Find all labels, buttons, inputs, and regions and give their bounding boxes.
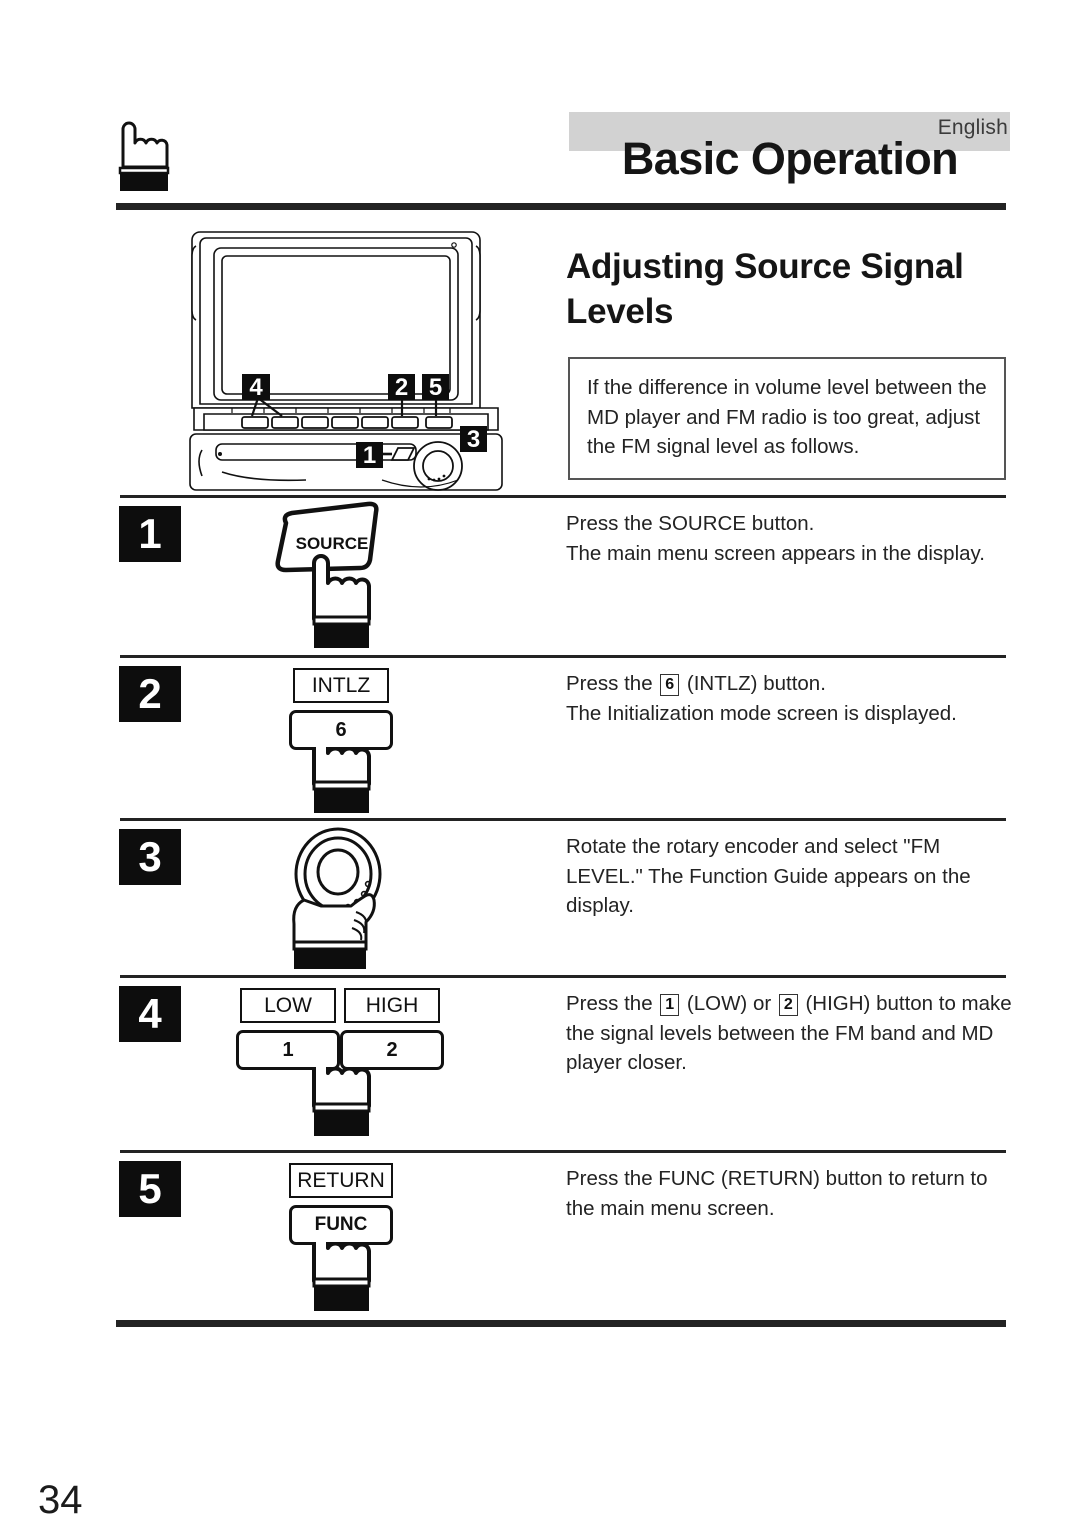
high-chip-label: HIGH: [344, 988, 440, 1023]
page-header: English Basic Operation: [0, 0, 1080, 215]
svg-text:1: 1: [363, 442, 376, 469]
intlz-chip-label: INTLZ: [293, 668, 389, 703]
header-divider: [116, 203, 1006, 210]
low-chip-label: LOW: [240, 988, 336, 1023]
step-number-1: 1: [119, 506, 181, 562]
step-text-1: Press the SOURCE button. The main menu s…: [566, 509, 1016, 568]
key-6-button[interactable]: 6: [289, 710, 393, 750]
step-text-4-mid: (LOW) or: [681, 992, 777, 1015]
source-button-illustration: SOURCE: [275, 501, 379, 648]
key-func-button[interactable]: FUNC: [289, 1205, 393, 1245]
return-chip-label: RETURN: [289, 1163, 393, 1198]
step-divider: [120, 1150, 1006, 1153]
pressing-hand-illustration: [312, 1242, 371, 1311]
inline-key-6: 6: [660, 674, 680, 696]
callout-5: 5: [422, 374, 449, 401]
step-text-2-post: (INTLZ) button.: [681, 672, 826, 695]
inline-key-2: 2: [778, 994, 798, 1016]
steps-list: 1 SOURCE Press the SOURCE button. The ma…: [0, 495, 1080, 1330]
callout-3: 3: [460, 426, 487, 453]
step-text-2-line2: The Initialization mode screen is displa…: [566, 701, 957, 725]
step-number-3: 3: [119, 829, 181, 885]
inline-key-1: 1: [660, 994, 680, 1016]
intro-box: If the difference in volume level betwee…: [568, 357, 1006, 480]
step-text-2-pre: Press the: [566, 672, 659, 695]
step-row-4: 4 LOW HIGH 1 2 Press the 1 (LOW) or 2 (H…: [0, 975, 1080, 1150]
step-text-4: Press the 1 (LOW) or 2 (HIGH) button to …: [566, 989, 1016, 1078]
key-1-low-button[interactable]: 1: [236, 1030, 340, 1070]
pressing-hand-illustration: [312, 1067, 371, 1136]
footer-divider: [116, 1320, 1006, 1327]
step-text-1-line2: The main menu screen appears in the disp…: [566, 541, 985, 565]
step-number-2: 2: [119, 666, 181, 722]
svg-text:5: 5: [429, 374, 442, 401]
svg-text:3: 3: [467, 426, 480, 453]
step-divider: [120, 655, 1006, 658]
step-divider: [120, 818, 1006, 821]
step-row-1: 1 SOURCE Press the SOURCE button. The ma…: [0, 495, 1080, 655]
step-row-3: 3 Rotate the rotary encoder and select "…: [0, 818, 1080, 975]
callout-1: 1: [356, 442, 383, 469]
callout-2: 2: [388, 374, 415, 401]
car-stereo-illustration: 4 2 5 3 1: [189, 231, 503, 491]
step-divider: [120, 495, 1006, 498]
step-text-1-line1: Press the SOURCE button.: [566, 512, 815, 535]
step-text-2-line1: Press the 6 (INTLZ) button.: [566, 669, 1016, 699]
callout-4: 4: [242, 374, 270, 401]
pressing-hand-illustration: [312, 747, 371, 813]
step-number-5: 5: [119, 1161, 181, 1217]
svg-text:4: 4: [249, 374, 263, 401]
section-title: Adjusting Source Signal Levels: [566, 247, 964, 331]
step-divider: [120, 975, 1006, 978]
step-text-4-pre: Press the: [566, 992, 659, 1015]
step-text-5: Press the FUNC (RETURN) button to return…: [566, 1167, 988, 1220]
source-key-label: SOURCE: [296, 534, 369, 553]
page-number: 34: [38, 1478, 83, 1522]
step-text-3: Rotate the rotary encoder and select "FM…: [566, 835, 971, 918]
step-row-5: 5 RETURN FUNC Press the FUNC (RETURN) bu…: [0, 1150, 1080, 1330]
step-row-2: 2 INTLZ 6 Press the 6 (INTLZ) button. Th…: [0, 655, 1080, 818]
intro-text: If the difference in volume level betwee…: [587, 376, 987, 459]
step-text-2: Press the 6 (INTLZ) button. The Initiali…: [566, 669, 1016, 728]
step-number-4: 4: [119, 986, 181, 1042]
page-title: Basic Operation: [621, 133, 959, 184]
rotary-encoder-illustration: [292, 827, 382, 969]
svg-text:2: 2: [395, 374, 408, 401]
key-2-high-button[interactable]: 2: [340, 1030, 444, 1070]
